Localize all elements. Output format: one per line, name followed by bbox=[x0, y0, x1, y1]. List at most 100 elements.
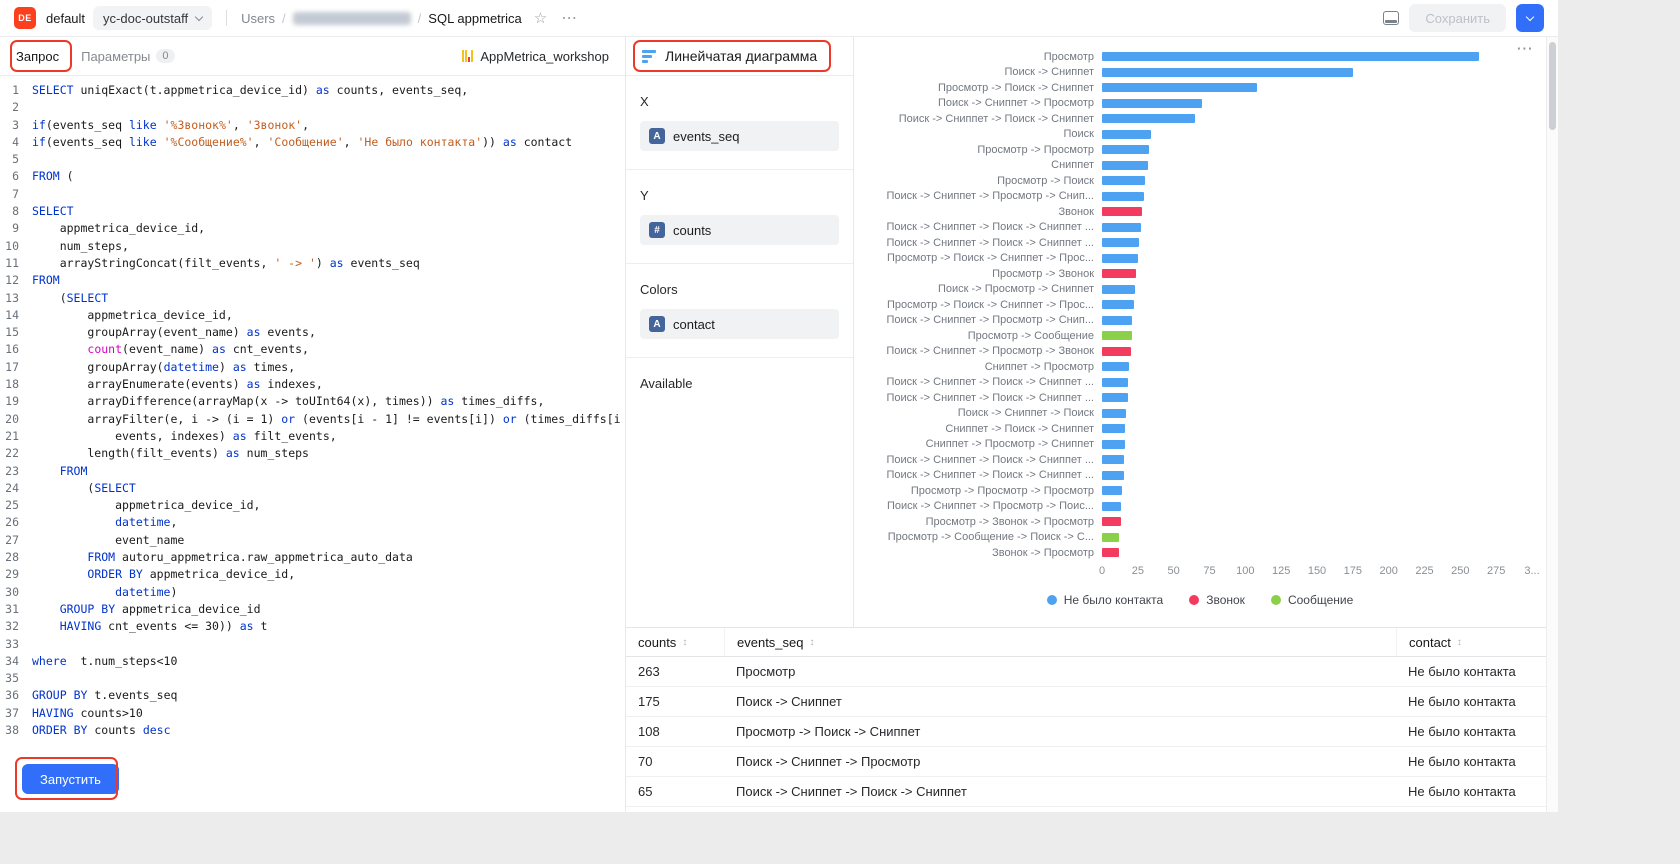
bar[interactable] bbox=[1102, 533, 1119, 542]
column-header-events_seq[interactable]: events_seq↕ bbox=[724, 628, 1396, 656]
legend-item[interactable]: Звонок bbox=[1189, 593, 1245, 607]
bar-category-label: Просмотр -> Поиск -> Сниппет -> Прос... bbox=[862, 252, 1094, 264]
code-line: 9 appmetrica_device_id, bbox=[0, 220, 625, 237]
datalens-logo[interactable]: DE bbox=[14, 7, 36, 29]
bar[interactable] bbox=[1102, 207, 1142, 216]
bar[interactable] bbox=[1102, 192, 1144, 201]
bar[interactable] bbox=[1102, 393, 1128, 402]
bar-category-label: Сниппет -> Просмотр bbox=[862, 361, 1094, 373]
bar[interactable] bbox=[1102, 238, 1139, 247]
bar[interactable] bbox=[1102, 424, 1125, 433]
legend-item[interactable]: Не было контакта bbox=[1047, 593, 1163, 607]
scrollbar-thumb[interactable] bbox=[1549, 42, 1556, 130]
bar-area bbox=[1102, 223, 1532, 232]
legend-item[interactable]: Сообщение bbox=[1271, 593, 1353, 607]
line-number: 36 bbox=[0, 687, 32, 704]
table-cell: 70 bbox=[626, 747, 724, 776]
bar-area bbox=[1102, 285, 1532, 294]
bar-area bbox=[1102, 99, 1532, 108]
bar[interactable] bbox=[1102, 347, 1131, 356]
tab-parameters[interactable]: Параметры 0 bbox=[81, 49, 174, 64]
line-number: 20 bbox=[0, 411, 32, 428]
bar-row: Поиск -> Сниппет -> Просмотр -> Поис... bbox=[862, 499, 1532, 515]
chart-type-selector[interactable]: Линейчатая диаграмма bbox=[626, 37, 853, 76]
run-button[interactable]: Запустить bbox=[22, 764, 119, 794]
x-tick-label: 275 bbox=[1487, 565, 1505, 577]
table-cell: Просмотр bbox=[724, 657, 1396, 686]
bar[interactable] bbox=[1102, 176, 1145, 185]
more-menu-icon[interactable]: ⋯ bbox=[561, 8, 577, 28]
bar[interactable] bbox=[1102, 502, 1121, 511]
line-number: 29 bbox=[0, 566, 32, 583]
line-number: 14 bbox=[0, 307, 32, 324]
bar-row: Просмотр -> Сообщение bbox=[862, 328, 1532, 344]
bar[interactable] bbox=[1102, 269, 1136, 278]
line-number: 28 bbox=[0, 549, 32, 566]
bar-row: Поиск -> Сниппет -> Поиск bbox=[862, 406, 1532, 422]
bar[interactable] bbox=[1102, 52, 1479, 61]
bar[interactable] bbox=[1102, 285, 1135, 294]
bar[interactable] bbox=[1102, 517, 1121, 526]
bar[interactable] bbox=[1102, 83, 1257, 92]
breadcrumb-users[interactable]: Users bbox=[241, 11, 275, 26]
bar[interactable] bbox=[1102, 254, 1138, 263]
breadcrumb-user-blurred[interactable] bbox=[293, 12, 411, 25]
bar[interactable] bbox=[1102, 161, 1148, 170]
connection-selector[interactable]: AppMetrica_workshop bbox=[462, 49, 609, 64]
bar-area bbox=[1102, 362, 1532, 371]
bar[interactable] bbox=[1102, 114, 1195, 123]
bar-area bbox=[1102, 533, 1532, 542]
save-menu-button[interactable] bbox=[1516, 4, 1544, 32]
bar-area bbox=[1102, 68, 1532, 77]
field-chip-contact[interactable]: Acontact bbox=[640, 309, 839, 339]
bar[interactable] bbox=[1102, 440, 1125, 449]
bar[interactable] bbox=[1102, 99, 1202, 108]
folder-name: yc-doc-outstaff bbox=[103, 11, 188, 26]
line-number: 13 bbox=[0, 290, 32, 307]
bar[interactable] bbox=[1102, 548, 1119, 557]
sort-icon[interactable]: ↕ bbox=[1457, 637, 1462, 648]
bar[interactable] bbox=[1102, 145, 1149, 154]
bar[interactable] bbox=[1102, 409, 1126, 418]
table-cell: Поиск -> Сниппет -> Просмотр bbox=[724, 747, 1396, 776]
bar[interactable] bbox=[1102, 331, 1132, 340]
config-sections: XAevents_seqY#countsColorsAcontactAvaila… bbox=[626, 76, 853, 421]
code-text: groupArray(event_name) as events, bbox=[32, 324, 316, 341]
bar[interactable] bbox=[1102, 223, 1141, 232]
bar[interactable] bbox=[1102, 378, 1128, 387]
field-chip-counts[interactable]: #counts bbox=[640, 215, 839, 245]
sql-code-editor[interactable]: 1SELECT uniqExact(t.appmetrica_device_id… bbox=[0, 76, 625, 739]
bar[interactable] bbox=[1102, 471, 1124, 480]
bar[interactable] bbox=[1102, 316, 1132, 325]
table-header: counts↕events_seq↕contact↕ bbox=[626, 628, 1546, 657]
scrollbar[interactable] bbox=[1546, 37, 1558, 812]
line-number: 17 bbox=[0, 359, 32, 376]
tab-query[interactable]: Запрос bbox=[16, 49, 59, 64]
code-line: 35 bbox=[0, 670, 625, 687]
bar-category-label: Просмотр -> Звонок bbox=[862, 268, 1094, 280]
save-button[interactable]: Сохранить bbox=[1409, 4, 1506, 32]
bar[interactable] bbox=[1102, 455, 1124, 464]
sort-icon[interactable]: ↕ bbox=[810, 637, 815, 648]
code-text: count(event_name) as cnt_events, bbox=[32, 341, 309, 358]
code-line: 7 bbox=[0, 186, 625, 203]
line-number: 12 bbox=[0, 272, 32, 289]
bar[interactable] bbox=[1102, 68, 1353, 77]
bar[interactable] bbox=[1102, 130, 1151, 139]
bar[interactable] bbox=[1102, 486, 1122, 495]
favorite-star-icon[interactable]: ☆ bbox=[534, 9, 547, 27]
column-header-counts[interactable]: counts↕ bbox=[626, 628, 724, 656]
field-chip-events_seq[interactable]: Aevents_seq bbox=[640, 121, 839, 151]
legend-dot bbox=[1047, 595, 1057, 605]
topbar-left: DE default yc-doc-outstaff Users / / SQL… bbox=[14, 6, 577, 30]
view-toggle-icon[interactable] bbox=[1383, 11, 1399, 25]
breadcrumb: Users / / SQL appmetrica bbox=[241, 11, 522, 26]
column-header-contact[interactable]: contact↕ bbox=[1396, 628, 1546, 656]
config-section-y: Y#counts bbox=[626, 170, 853, 264]
folder-select[interactable]: yc-doc-outstaff bbox=[93, 6, 212, 30]
sort-icon[interactable]: ↕ bbox=[682, 637, 687, 648]
bar[interactable] bbox=[1102, 362, 1129, 371]
bar[interactable] bbox=[1102, 300, 1134, 309]
code-line: 17 groupArray(datetime) as times, bbox=[0, 359, 625, 376]
preview-table: counts↕events_seq↕contact↕ 263ПросмотрНе… bbox=[626, 627, 1546, 812]
